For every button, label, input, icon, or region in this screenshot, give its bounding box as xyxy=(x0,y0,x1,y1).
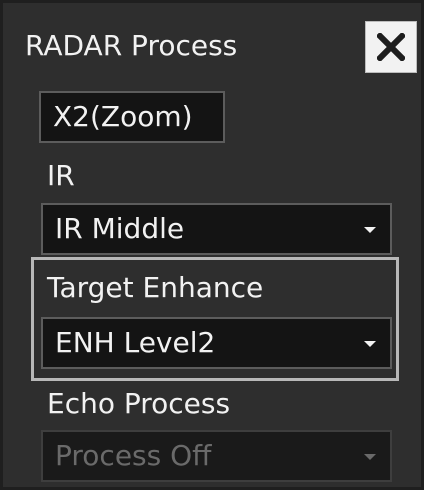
close-icon xyxy=(377,33,405,61)
zoom-x2-button[interactable]: X2(Zoom) xyxy=(39,91,225,143)
target-enhance-label: Target Enhance xyxy=(47,271,264,304)
chevron-down-icon xyxy=(364,341,376,347)
close-button[interactable] xyxy=(365,21,417,73)
background-strip xyxy=(0,490,424,499)
target-enhance-dropdown-value: ENH Level2 xyxy=(55,326,216,359)
radar-process-panel: RADAR Process X2(Zoom) IR IR Middle Targ… xyxy=(0,0,424,490)
echo-process-dropdown-value: Process Off xyxy=(55,439,212,472)
ir-dropdown-value: IR Middle xyxy=(55,212,185,245)
chevron-down-icon xyxy=(364,227,376,233)
title-bar: RADAR Process xyxy=(3,3,421,85)
echo-process-label: Echo Process xyxy=(47,387,231,420)
echo-process-dropdown[interactable]: Process Off xyxy=(41,430,392,482)
zoom-x2-button-label: X2(Zoom) xyxy=(53,100,193,133)
ir-dropdown[interactable]: IR Middle xyxy=(41,203,392,255)
chevron-down-icon xyxy=(364,454,376,460)
panel-title: RADAR Process xyxy=(25,29,238,62)
target-enhance-dropdown[interactable]: ENH Level2 xyxy=(41,317,392,369)
ir-label: IR xyxy=(47,159,75,192)
